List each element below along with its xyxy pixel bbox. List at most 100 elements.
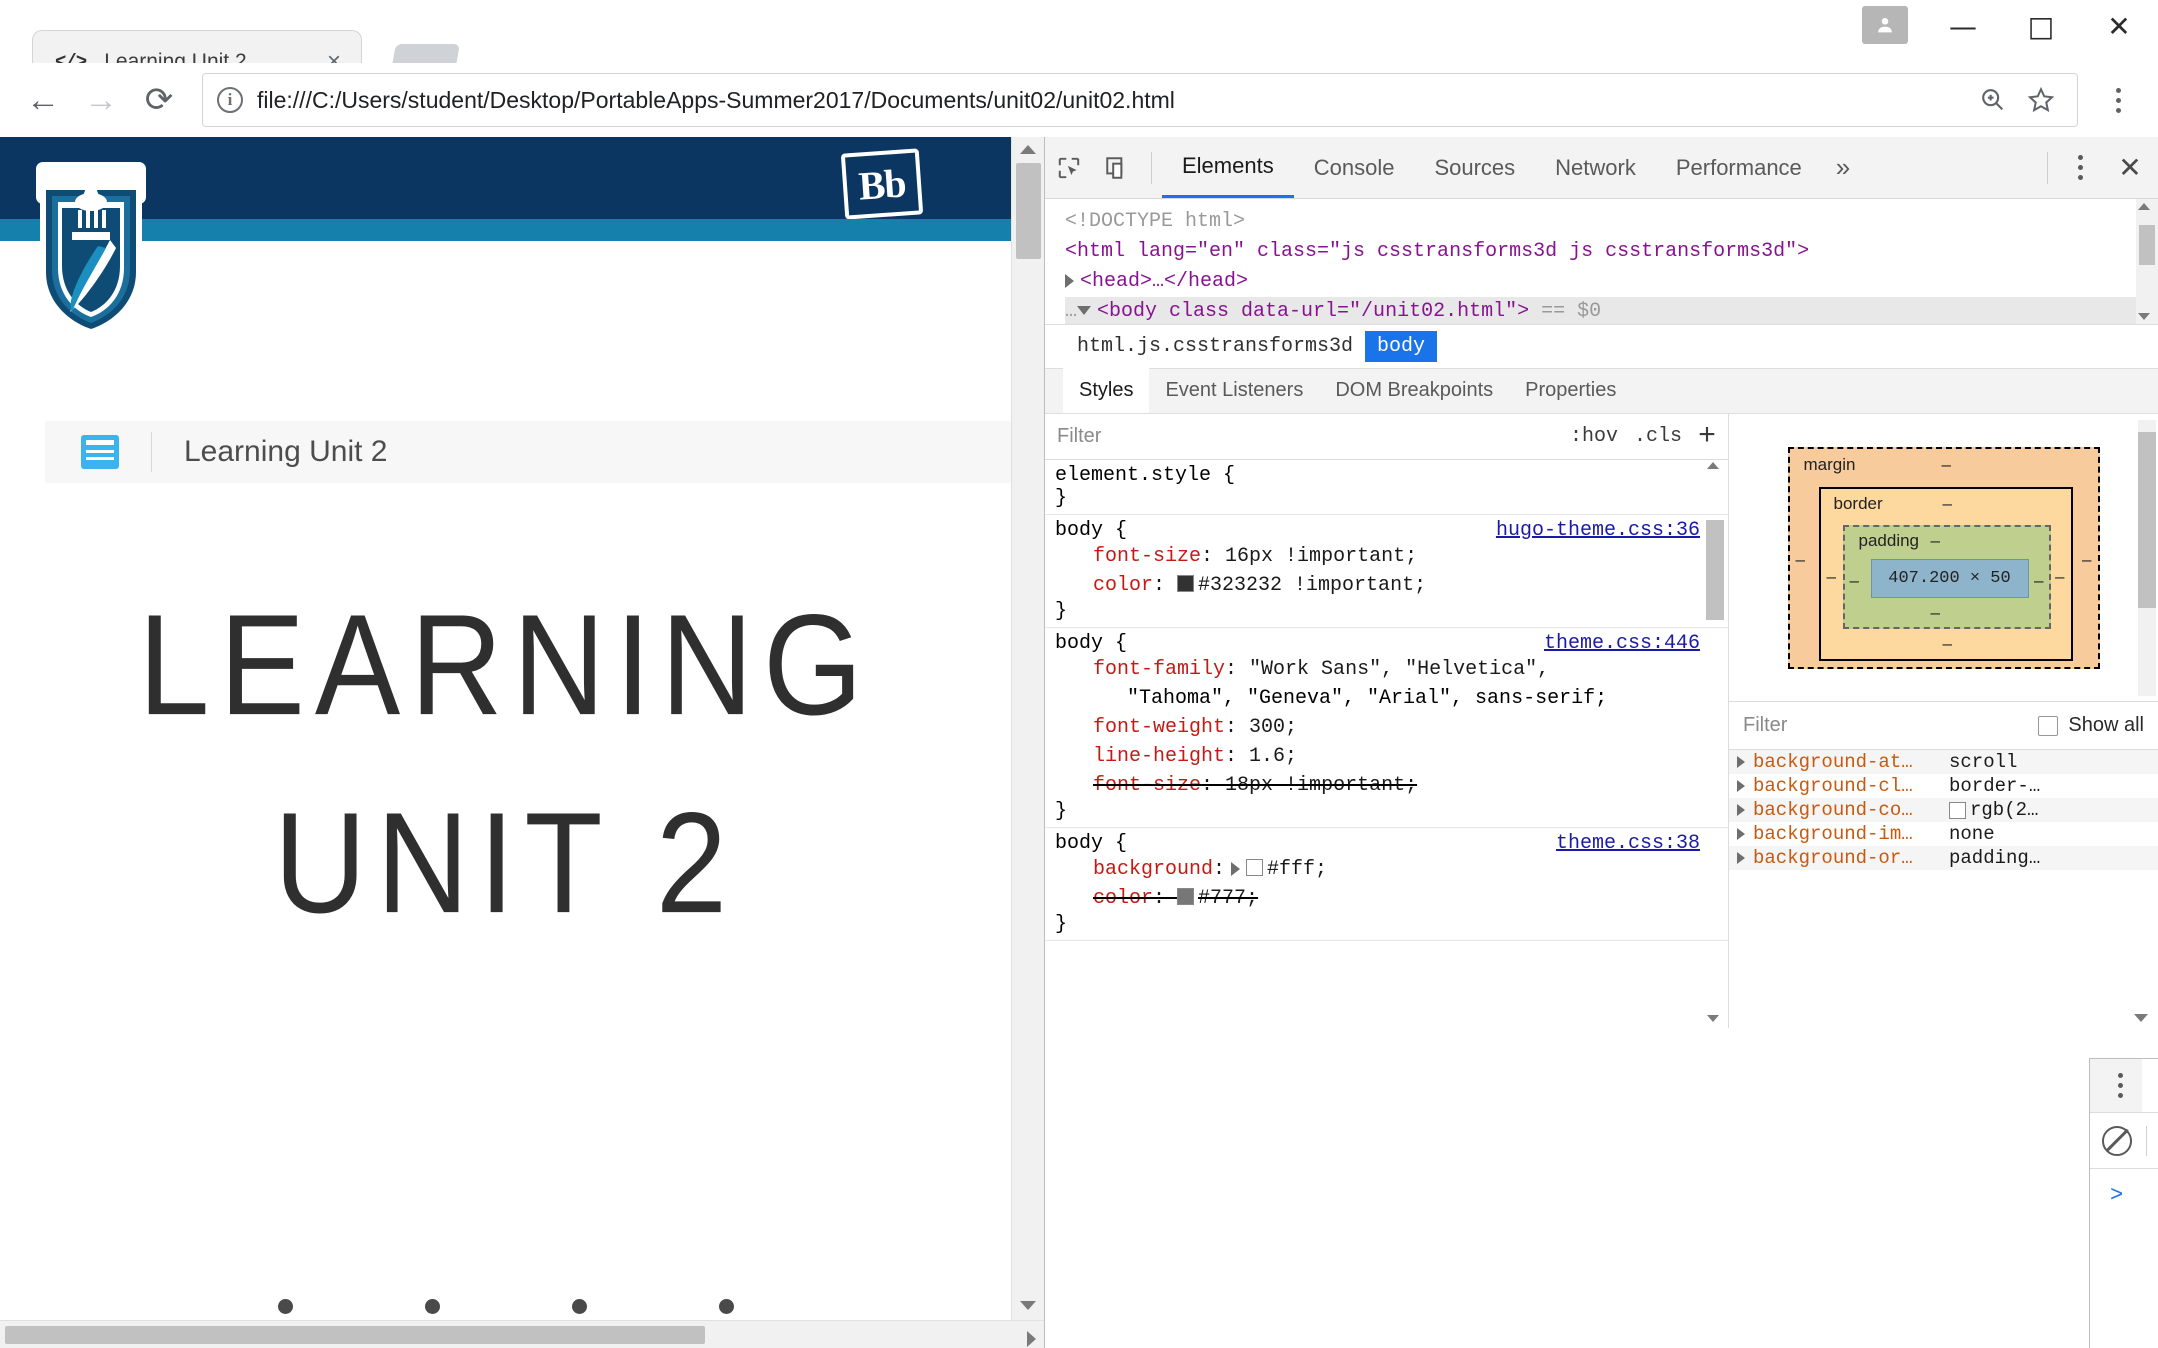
expand-shorthand-icon[interactable]: [1231, 862, 1240, 876]
box-model-content-size[interactable]: 407.200 × 50: [1871, 559, 2029, 598]
tab-styles[interactable]: Styles: [1063, 368, 1149, 413]
expand-triangle-icon[interactable]: [1737, 804, 1745, 816]
new-style-rule-button[interactable]: +: [1698, 420, 1716, 454]
margin-left-value[interactable]: –: [1796, 550, 1805, 570]
css-declaration[interactable]: font-size: 16px !important;: [1055, 542, 1728, 571]
border-top-value[interactable]: –: [1943, 494, 1952, 514]
css-declaration-overridden[interactable]: font-size: 18px !important;: [1055, 771, 1728, 800]
styles-scrollbar[interactable]: [1706, 460, 1724, 1028]
expand-triangle-icon[interactable]: [1737, 780, 1745, 792]
collapse-triangle-icon[interactable]: [1077, 306, 1091, 315]
page-horizontal-scrollbar[interactable]: [0, 1320, 1044, 1348]
tab-sources[interactable]: Sources: [1414, 137, 1535, 198]
scroll-up-arrow-icon[interactable]: [1020, 145, 1036, 154]
back-button[interactable]: ←: [14, 71, 72, 129]
expand-triangle-icon[interactable]: [1737, 852, 1745, 864]
cls-toggle[interactable]: .cls: [1634, 425, 1682, 448]
scroll-down-arrow-icon[interactable]: [2138, 313, 2150, 320]
css-rule-element-style[interactable]: element.style { }: [1045, 460, 1728, 515]
dom-line-body[interactable]: …<body class data-url="/unit02.html"> ==…: [1065, 297, 2158, 324]
css-source-link[interactable]: hugo-theme.css:36: [1496, 519, 1700, 542]
clear-console-icon[interactable]: [2102, 1126, 2132, 1156]
padding-top-value[interactable]: –: [1931, 531, 1940, 551]
h-scrollbar-thumb[interactable]: [5, 1326, 705, 1344]
tab-console[interactable]: Console: [1294, 137, 1415, 198]
dom-line-doctype[interactable]: <!DOCTYPE html>: [1065, 207, 2158, 237]
css-declaration[interactable]: line-height: 1.6;: [1055, 742, 1728, 771]
scroll-up-arrow-icon[interactable]: [1707, 462, 1719, 469]
site-info-icon[interactable]: i: [217, 87, 243, 113]
box-model-padding[interactable]: padding – – – – 407.200 × 50: [1843, 525, 2051, 629]
close-button[interactable]: ✕: [2080, 0, 2158, 52]
maximize-button[interactable]: □: [2002, 0, 2080, 52]
expand-triangle-icon[interactable]: [1065, 274, 1074, 288]
slide-dot[interactable]: [278, 1299, 293, 1314]
css-declaration[interactable]: font-family: "Work Sans", "Helvetica",: [1055, 655, 1728, 684]
tab-dom-breakpoints[interactable]: DOM Breakpoints: [1319, 368, 1509, 413]
color-swatch-icon[interactable]: [1949, 802, 1966, 819]
forward-button[interactable]: →: [72, 71, 130, 129]
css-rule-body-theme38[interactable]: body { theme.css:38 background:#fff; col…: [1045, 828, 1728, 941]
scrollbar-thumb[interactable]: [2138, 432, 2156, 608]
address-bar[interactable]: i file:///C:/Users/student/Desktop/Porta…: [202, 73, 2078, 127]
scroll-down-arrow-icon[interactable]: [2134, 1014, 2148, 1022]
devtools-close-icon[interactable]: ✕: [2102, 151, 2158, 184]
chrome-menu-icon[interactable]: [2092, 73, 2144, 127]
color-swatch-icon[interactable]: [1246, 859, 1263, 876]
padding-left-value[interactable]: –: [1850, 571, 1859, 591]
dom-line-html[interactable]: <html lang="en" class="js csstransforms3…: [1065, 237, 2158, 267]
scrollbar-thumb[interactable]: [2139, 225, 2155, 265]
border-bottom-value[interactable]: –: [1943, 634, 1952, 654]
zoom-in-icon[interactable]: [1971, 78, 2015, 122]
slide-nav-dots[interactable]: [0, 1299, 1011, 1314]
css-declaration[interactable]: font-weight: 300;: [1055, 713, 1728, 742]
more-tabs-icon[interactable]: »: [1822, 152, 1864, 183]
expand-triangle-icon[interactable]: [1737, 756, 1745, 768]
computed-row[interactable]: background-or…padding…: [1729, 846, 2158, 870]
computed-row[interactable]: background-at…scroll: [1729, 750, 2158, 774]
v-scrollbar-thumb[interactable]: [1016, 163, 1041, 259]
drawer-menu-icon[interactable]: [2098, 1059, 2142, 1112]
tab-elements[interactable]: Elements: [1162, 137, 1294, 198]
minimize-button[interactable]: —: [1924, 0, 2002, 52]
tab-network[interactable]: Network: [1535, 137, 1656, 198]
slide-dot[interactable]: [572, 1299, 587, 1314]
slide-dot[interactable]: [719, 1299, 734, 1314]
css-declaration-overridden[interactable]: color: #777;: [1055, 884, 1728, 913]
computed-row[interactable]: background-cl…border-…: [1729, 774, 2158, 798]
dom-line-head[interactable]: <head>…</head>: [1065, 267, 2158, 297]
border-left-value[interactable]: –: [1827, 567, 1836, 587]
tab-performance[interactable]: Performance: [1656, 137, 1822, 198]
box-model-margin[interactable]: margin – – – – border – – – – paddin: [1788, 447, 2100, 669]
scrollbar-thumb[interactable]: [1706, 520, 1724, 620]
margin-right-value[interactable]: –: [2082, 550, 2091, 570]
styles-filter-input[interactable]: Filter: [1057, 425, 1101, 448]
color-swatch-icon[interactable]: [1177, 888, 1194, 905]
box-model-scrollbar[interactable]: [2138, 420, 2156, 696]
scroll-down-arrow-icon[interactable]: [1020, 1301, 1036, 1310]
slide-dot[interactable]: [425, 1299, 440, 1314]
box-model-border[interactable]: border – – – – padding – – – –: [1819, 487, 2073, 661]
computed-filter-input[interactable]: Filter: [1743, 714, 1787, 737]
tab-console-drawer[interactable]: Console: [2142, 1059, 2158, 1112]
console-output[interactable]: >: [2090, 1169, 2158, 1339]
margin-top-value[interactable]: –: [1942, 455, 1951, 475]
css-declaration[interactable]: color: #323232 !important;: [1055, 571, 1728, 600]
device-toolbar-icon[interactable]: [1093, 146, 1141, 190]
css-rule-body-hugo[interactable]: body { hugo-theme.css:36 font-size: 16px…: [1045, 515, 1728, 628]
devtools-settings-icon[interactable]: [2058, 155, 2102, 180]
expand-triangle-icon[interactable]: [1737, 828, 1745, 840]
page-vertical-scrollbar[interactable]: [1011, 137, 1044, 1320]
scroll-right-arrow-icon[interactable]: [1027, 1331, 1036, 1347]
css-source-link[interactable]: theme.css:38: [1556, 832, 1700, 855]
color-swatch-icon[interactable]: [1177, 575, 1194, 592]
scroll-down-arrow-icon[interactable]: [1707, 1015, 1719, 1022]
show-all-checkbox[interactable]: [2038, 716, 2058, 736]
computed-row[interactable]: background-co…rgb(2…: [1729, 798, 2158, 822]
breadcrumb-item-body[interactable]: body: [1365, 331, 1437, 362]
padding-bottom-value[interactable]: –: [1931, 603, 1940, 623]
border-right-value[interactable]: –: [2055, 567, 2064, 587]
padding-right-value[interactable]: –: [2034, 571, 2043, 591]
tab-event-listeners[interactable]: Event Listeners: [1149, 368, 1319, 413]
dom-tree-scrollbar[interactable]: [2136, 199, 2158, 324]
